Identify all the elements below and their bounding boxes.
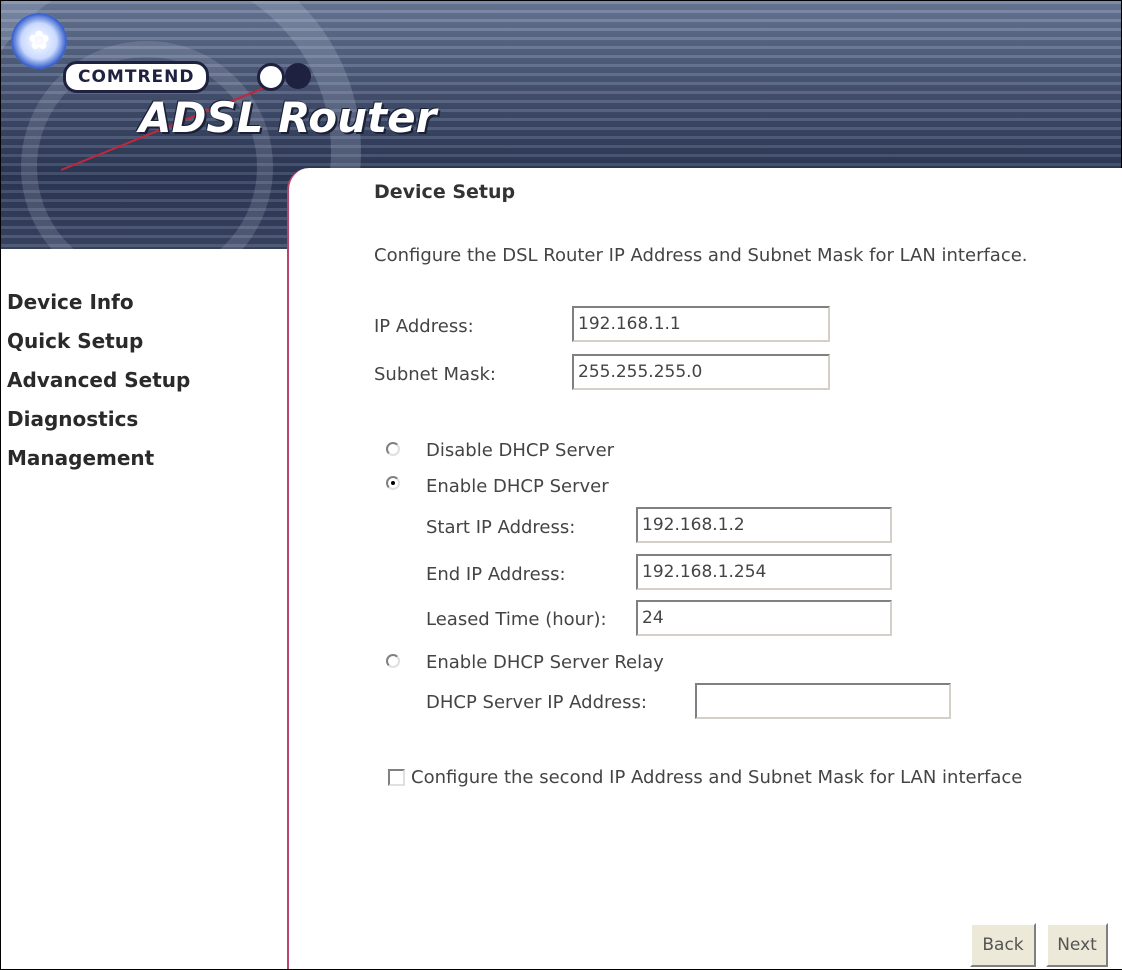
second-ip-checkbox[interactable]: [388, 769, 405, 786]
end-ip-label: End IP Address:: [426, 564, 566, 585]
sidebar-item-quick-setup[interactable]: Quick Setup: [7, 322, 190, 361]
comtrend-logo-icon: ✿: [11, 13, 67, 69]
disable-dhcp-radio[interactable]: [386, 442, 400, 456]
back-button[interactable]: Back: [970, 923, 1036, 967]
lease-time-input[interactable]: [636, 600, 892, 636]
sidebar-menu: Device Info Quick Setup Advanced Setup D…: [7, 283, 190, 478]
end-ip-input[interactable]: [636, 554, 892, 590]
enable-dhcp-relay-label: Enable DHCP Server Relay: [426, 652, 664, 673]
page-title: Device Setup: [374, 181, 516, 203]
start-ip-label: Start IP Address:: [426, 517, 576, 538]
lease-time-label: Leased Time (hour):: [426, 609, 607, 630]
second-ip-label: Configure the second IP Address and Subn…: [411, 767, 1023, 788]
relay-ip-input[interactable]: [695, 683, 951, 719]
enable-dhcp-radio[interactable]: [386, 476, 400, 490]
sidebar-item-device-info[interactable]: Device Info: [7, 283, 190, 322]
ip-address-label: IP Address:: [374, 316, 474, 337]
logo-ring-icon: [257, 63, 285, 91]
enable-dhcp-label: Enable DHCP Server: [426, 476, 609, 497]
sidebar-item-diagnostics[interactable]: Diagnostics: [7, 400, 190, 439]
subnet-mask-input[interactable]: [572, 354, 830, 390]
enable-dhcp-relay-radio[interactable]: [386, 654, 400, 668]
ip-address-input[interactable]: [572, 306, 830, 342]
page-description: Configure the DSL Router IP Address and …: [374, 245, 1028, 266]
next-button[interactable]: Next: [1046, 923, 1108, 967]
logo-dot-icon: [285, 63, 311, 89]
sidebar-item-advanced-setup[interactable]: Advanced Setup: [7, 361, 190, 400]
disable-dhcp-label: Disable DHCP Server: [426, 440, 615, 461]
product-title: ADSL Router: [139, 93, 437, 142]
sidebar-item-management[interactable]: Management: [7, 439, 190, 478]
brand-logo: COMTREND: [63, 61, 210, 93]
relay-ip-label: DHCP Server IP Address:: [426, 692, 647, 713]
start-ip-input[interactable]: [636, 507, 892, 543]
subnet-mask-label: Subnet Mask:: [374, 364, 496, 385]
